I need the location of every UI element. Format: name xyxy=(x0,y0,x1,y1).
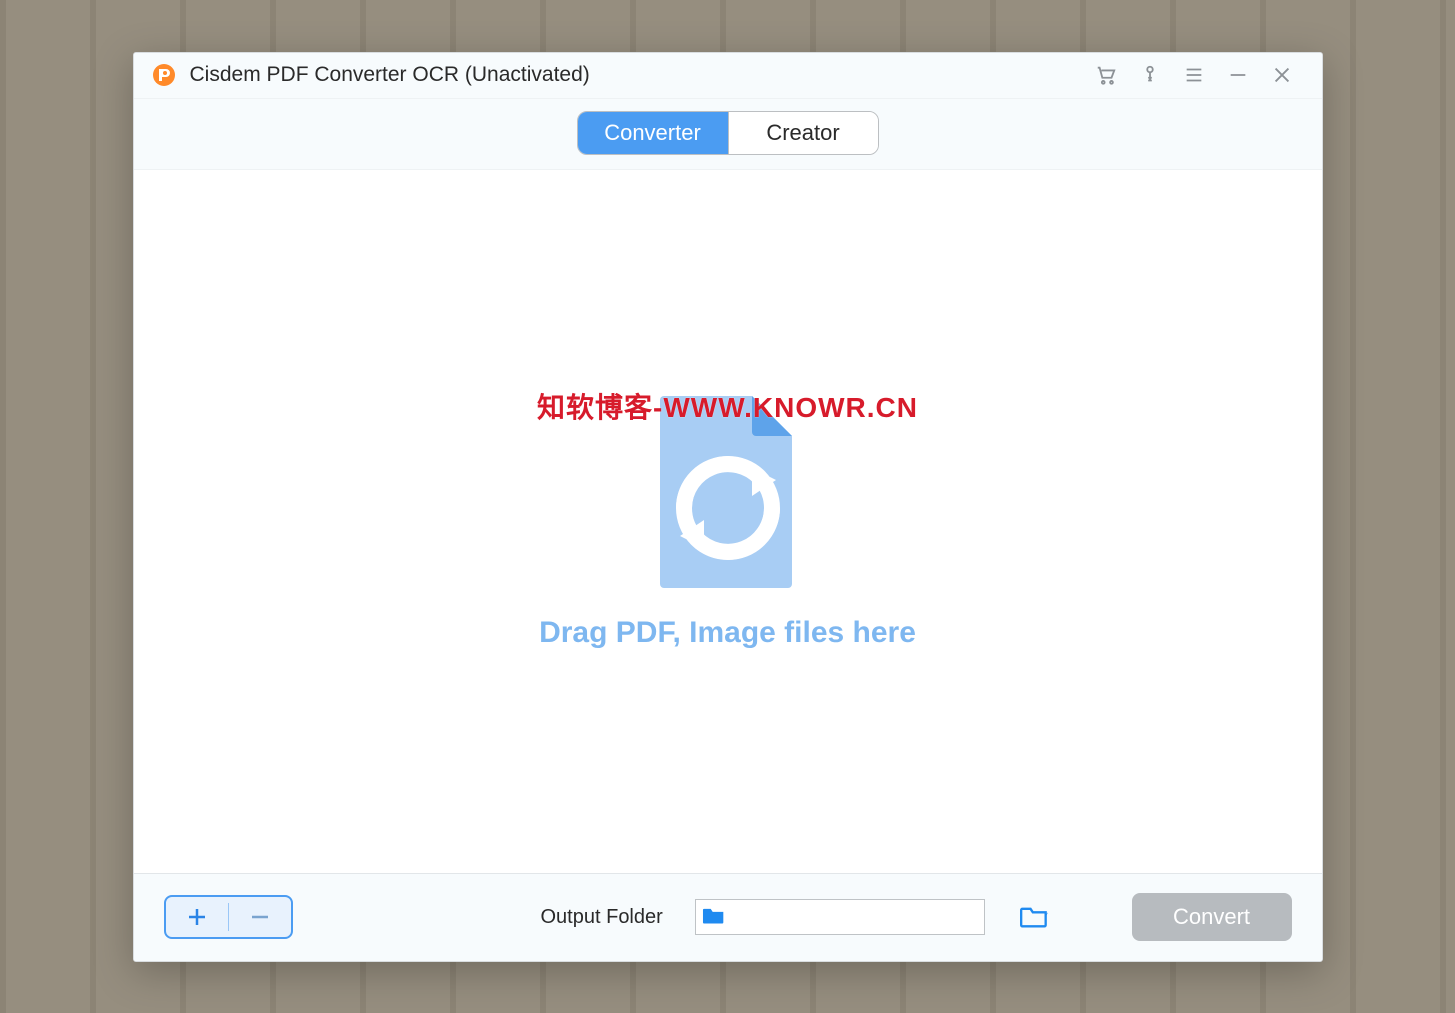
drop-hint-text: Drag PDF, Image files here xyxy=(539,616,916,650)
add-file-button[interactable] xyxy=(166,897,228,937)
remove-file-button[interactable] xyxy=(229,897,291,937)
titlebar: Cisdem PDF Converter OCR (Unactivated) xyxy=(134,53,1322,99)
mode-tabs: Converter Creator xyxy=(577,111,879,155)
minimize-icon[interactable] xyxy=(1216,52,1260,98)
close-icon[interactable] xyxy=(1260,52,1304,98)
window-title: Cisdem PDF Converter OCR (Unactivated) xyxy=(190,63,590,87)
app-logo-icon xyxy=(152,63,176,87)
folder-icon xyxy=(702,906,725,928)
menu-icon[interactable] xyxy=(1172,52,1216,98)
convert-button[interactable]: Convert xyxy=(1132,893,1292,941)
browse-folder-button[interactable] xyxy=(1017,900,1051,934)
output-folder-field[interactable] xyxy=(695,899,985,935)
bottom-bar: Output Folder Convert xyxy=(134,873,1322,961)
watermark-text: 知软博客-WWW.KNOWR.CN xyxy=(537,386,918,426)
drop-area[interactable]: Drag PDF, Image files here 知软博客-WWW.KNOW… xyxy=(134,170,1322,873)
add-remove-group xyxy=(164,895,293,939)
cart-icon[interactable] xyxy=(1084,52,1128,98)
separator xyxy=(228,903,229,931)
output-folder-input[interactable] xyxy=(731,908,978,926)
tab-converter[interactable]: Converter xyxy=(578,112,728,154)
tab-creator[interactable]: Creator xyxy=(728,112,878,154)
key-icon[interactable] xyxy=(1128,52,1172,98)
output-folder-label: Output Folder xyxy=(541,906,663,929)
app-window: Cisdem PDF Converter OCR (Unactivated) C… xyxy=(133,52,1323,962)
mode-tab-row: Converter Creator xyxy=(134,99,1322,170)
